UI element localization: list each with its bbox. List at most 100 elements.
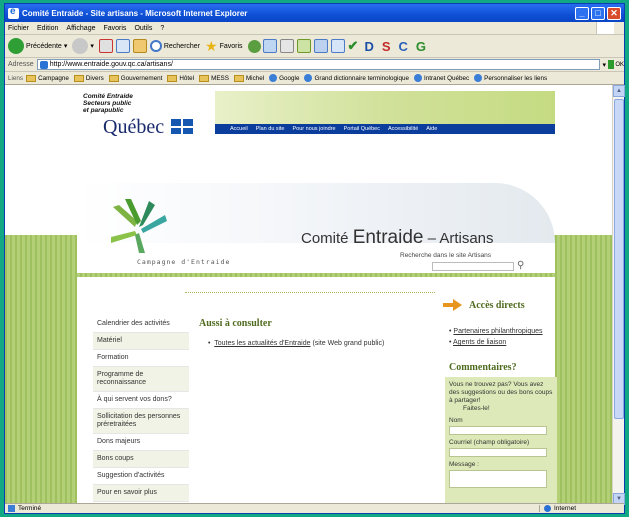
link-campagne[interactable]: Campagne — [26, 74, 69, 82]
address-bar: Adresse http://www.entraide.gouv.qc.ca/a… — [5, 58, 624, 72]
name-label: Nom — [449, 417, 463, 424]
toolbar-letter-s[interactable]: S — [382, 39, 391, 54]
link-personnaliser[interactable]: Personnaliser les liens — [474, 74, 547, 82]
sidebar: Calendrier des activités Matériel Format… — [93, 316, 189, 502]
quebec-flag-icon — [171, 119, 193, 134]
link-intranet[interactable]: Intranet Québec — [413, 74, 469, 82]
minimize-button[interactable]: _ — [575, 6, 589, 20]
menu-outils[interactable]: Outils — [134, 25, 152, 32]
link-label: Michel — [245, 74, 265, 82]
chevron-down-icon: ▾ — [90, 43, 94, 50]
home-icon[interactable] — [132, 39, 147, 53]
print-icon[interactable] — [279, 39, 294, 53]
nav-plan-du-site[interactable]: Plan du site — [256, 126, 285, 132]
toolbar-letter-c[interactable]: C — [399, 39, 408, 54]
menu-favoris[interactable]: Favoris — [103, 25, 126, 32]
sidebar-item-calendrier[interactable]: Calendrier des activités — [93, 316, 189, 333]
menu-fichier[interactable]: Fichier — [8, 25, 29, 32]
sidebar-item-savoir-plus[interactable]: Pour en savoir plus — [93, 485, 189, 502]
back-arrow-icon — [8, 38, 24, 54]
consult-link[interactable]: Toutes les actualités d'Entraide — [214, 340, 310, 347]
sidebar-item-formation[interactable]: Formation — [93, 350, 189, 367]
back-button[interactable]: Précédente ▾ — [8, 38, 67, 54]
quebec-logo-text[interactable]: Québec — [103, 116, 164, 139]
email-input[interactable] — [449, 448, 547, 457]
folder-icon — [167, 74, 178, 82]
link-hotel[interactable]: Hôtel — [167, 74, 195, 82]
sidebar-item-sollicitation[interactable]: Sollicitation des personnes préretraitée… — [93, 409, 189, 434]
edit-icon[interactable] — [296, 39, 311, 53]
forward-button[interactable]: ▾ — [72, 38, 94, 54]
acces-link-agents[interactable]: Agents de liaison — [453, 339, 506, 346]
address-dropdown-icon[interactable]: ▾ — [602, 61, 606, 69]
close-button[interactable]: ✕ — [607, 6, 621, 20]
discuss-icon[interactable] — [313, 39, 328, 53]
address-input[interactable]: http://www.entraide.gouv.qc.ca/artisans/ — [36, 59, 601, 70]
sidebar-item-dons-majeurs[interactable]: Dons majeurs — [93, 434, 189, 451]
acces-links: • Partenaires philanthropiques • Agents … — [449, 326, 543, 348]
messenger-icon[interactable] — [330, 39, 345, 53]
folder-icon — [199, 74, 210, 82]
link-label: Campagne — [38, 74, 69, 82]
history-icon[interactable] — [247, 39, 261, 53]
header-banner — [215, 91, 555, 125]
menu-affichage[interactable]: Affichage — [66, 25, 95, 32]
sidebar-item-dons[interactable]: À qui servent vos dons? — [93, 392, 189, 409]
folder-icon — [233, 74, 244, 82]
link-divers[interactable]: Divers — [73, 74, 104, 82]
org-label-line: Comité Entraide — [83, 93, 133, 100]
scroll-up-icon[interactable]: ▲ — [613, 85, 625, 97]
ie-icon — [8, 6, 19, 19]
toolbar-letter-d[interactable]: D — [364, 39, 373, 54]
link-label: Divers — [85, 74, 104, 82]
toolbar-letter-g[interactable]: G — [416, 39, 426, 54]
vertical-scrollbar[interactable]: ▲ ▼ — [612, 85, 625, 505]
menu-help[interactable]: ? — [160, 25, 164, 32]
arrow-icon — [443, 299, 463, 311]
title-bar: Comité Entraide - Site artisans - Micros… — [5, 4, 624, 22]
org-label: Comité Entraide Secteurs public et parap… — [83, 93, 133, 114]
site-title-suffix: – Artisans — [427, 230, 494, 247]
sidebar-item-programme[interactable]: Programme de reconnaissance — [93, 367, 189, 392]
nav-accueil[interactable]: Accueil — [230, 126, 248, 132]
zone-label: Internet — [554, 505, 577, 512]
magnifier-icon[interactable]: ⚲ — [517, 260, 524, 271]
link-mess[interactable]: MESS — [199, 74, 229, 82]
refresh-icon[interactable] — [115, 39, 130, 53]
page-done-icon — [8, 505, 15, 512]
consult-item: • Toutes les actualités d'Entraide (site… — [208, 340, 385, 347]
maximize-button[interactable]: □ — [591, 6, 605, 20]
sidebar-item-bons-coups[interactable]: Bons coups — [93, 451, 189, 468]
link-label: Hôtel — [179, 74, 195, 82]
globe-icon — [544, 505, 551, 512]
link-google[interactable]: Google — [269, 74, 299, 82]
back-label: Précédente — [26, 42, 62, 50]
hands-logo-icon — [111, 199, 167, 253]
search-button[interactable]: Rechercher — [149, 40, 200, 52]
status-text: Terminé — [18, 505, 42, 512]
site-search-input[interactable] — [432, 262, 514, 271]
acces-heading-text: Accès directs — [469, 299, 525, 311]
comments-form: Vous ne trouvez pas? Vous avez des sugge… — [445, 377, 557, 505]
sidebar-item-materiel[interactable]: Matériel — [93, 333, 189, 350]
name-input[interactable] — [449, 426, 547, 435]
nav-accessibilite[interactable]: Accessibilité — [388, 126, 418, 132]
go-label: OK — [615, 61, 624, 68]
nav-portail-quebec[interactable]: Portail Québec — [344, 126, 380, 132]
sidebar-item-suggestion[interactable]: Suggestion d'activités — [93, 468, 189, 485]
nav-aide[interactable]: Aide — [426, 126, 437, 132]
link-dictionnaire[interactable]: Grand dictionnaire terminologique — [304, 74, 409, 82]
mail-icon[interactable] — [262, 39, 277, 53]
menu-edition[interactable]: Edition — [37, 25, 58, 32]
link-gouvernement[interactable]: Gouvernement — [108, 74, 162, 82]
message-input[interactable] — [449, 470, 547, 488]
links-bar: Liens Campagne Divers Gouvernement Hôtel… — [5, 72, 624, 85]
go-button[interactable]: OK — [608, 59, 624, 70]
link-michel[interactable]: Michel — [233, 74, 265, 82]
check-icon[interactable]: ✔ — [348, 38, 359, 54]
nav-pour-nous-joindre[interactable]: Pour nous joindre — [292, 126, 335, 132]
scroll-thumb[interactable] — [614, 99, 624, 419]
acces-link-partenaires[interactable]: Partenaires philanthropiques — [453, 328, 542, 335]
favorites-button[interactable]: ★ Favoris — [205, 38, 243, 55]
stop-icon[interactable] — [98, 39, 113, 53]
